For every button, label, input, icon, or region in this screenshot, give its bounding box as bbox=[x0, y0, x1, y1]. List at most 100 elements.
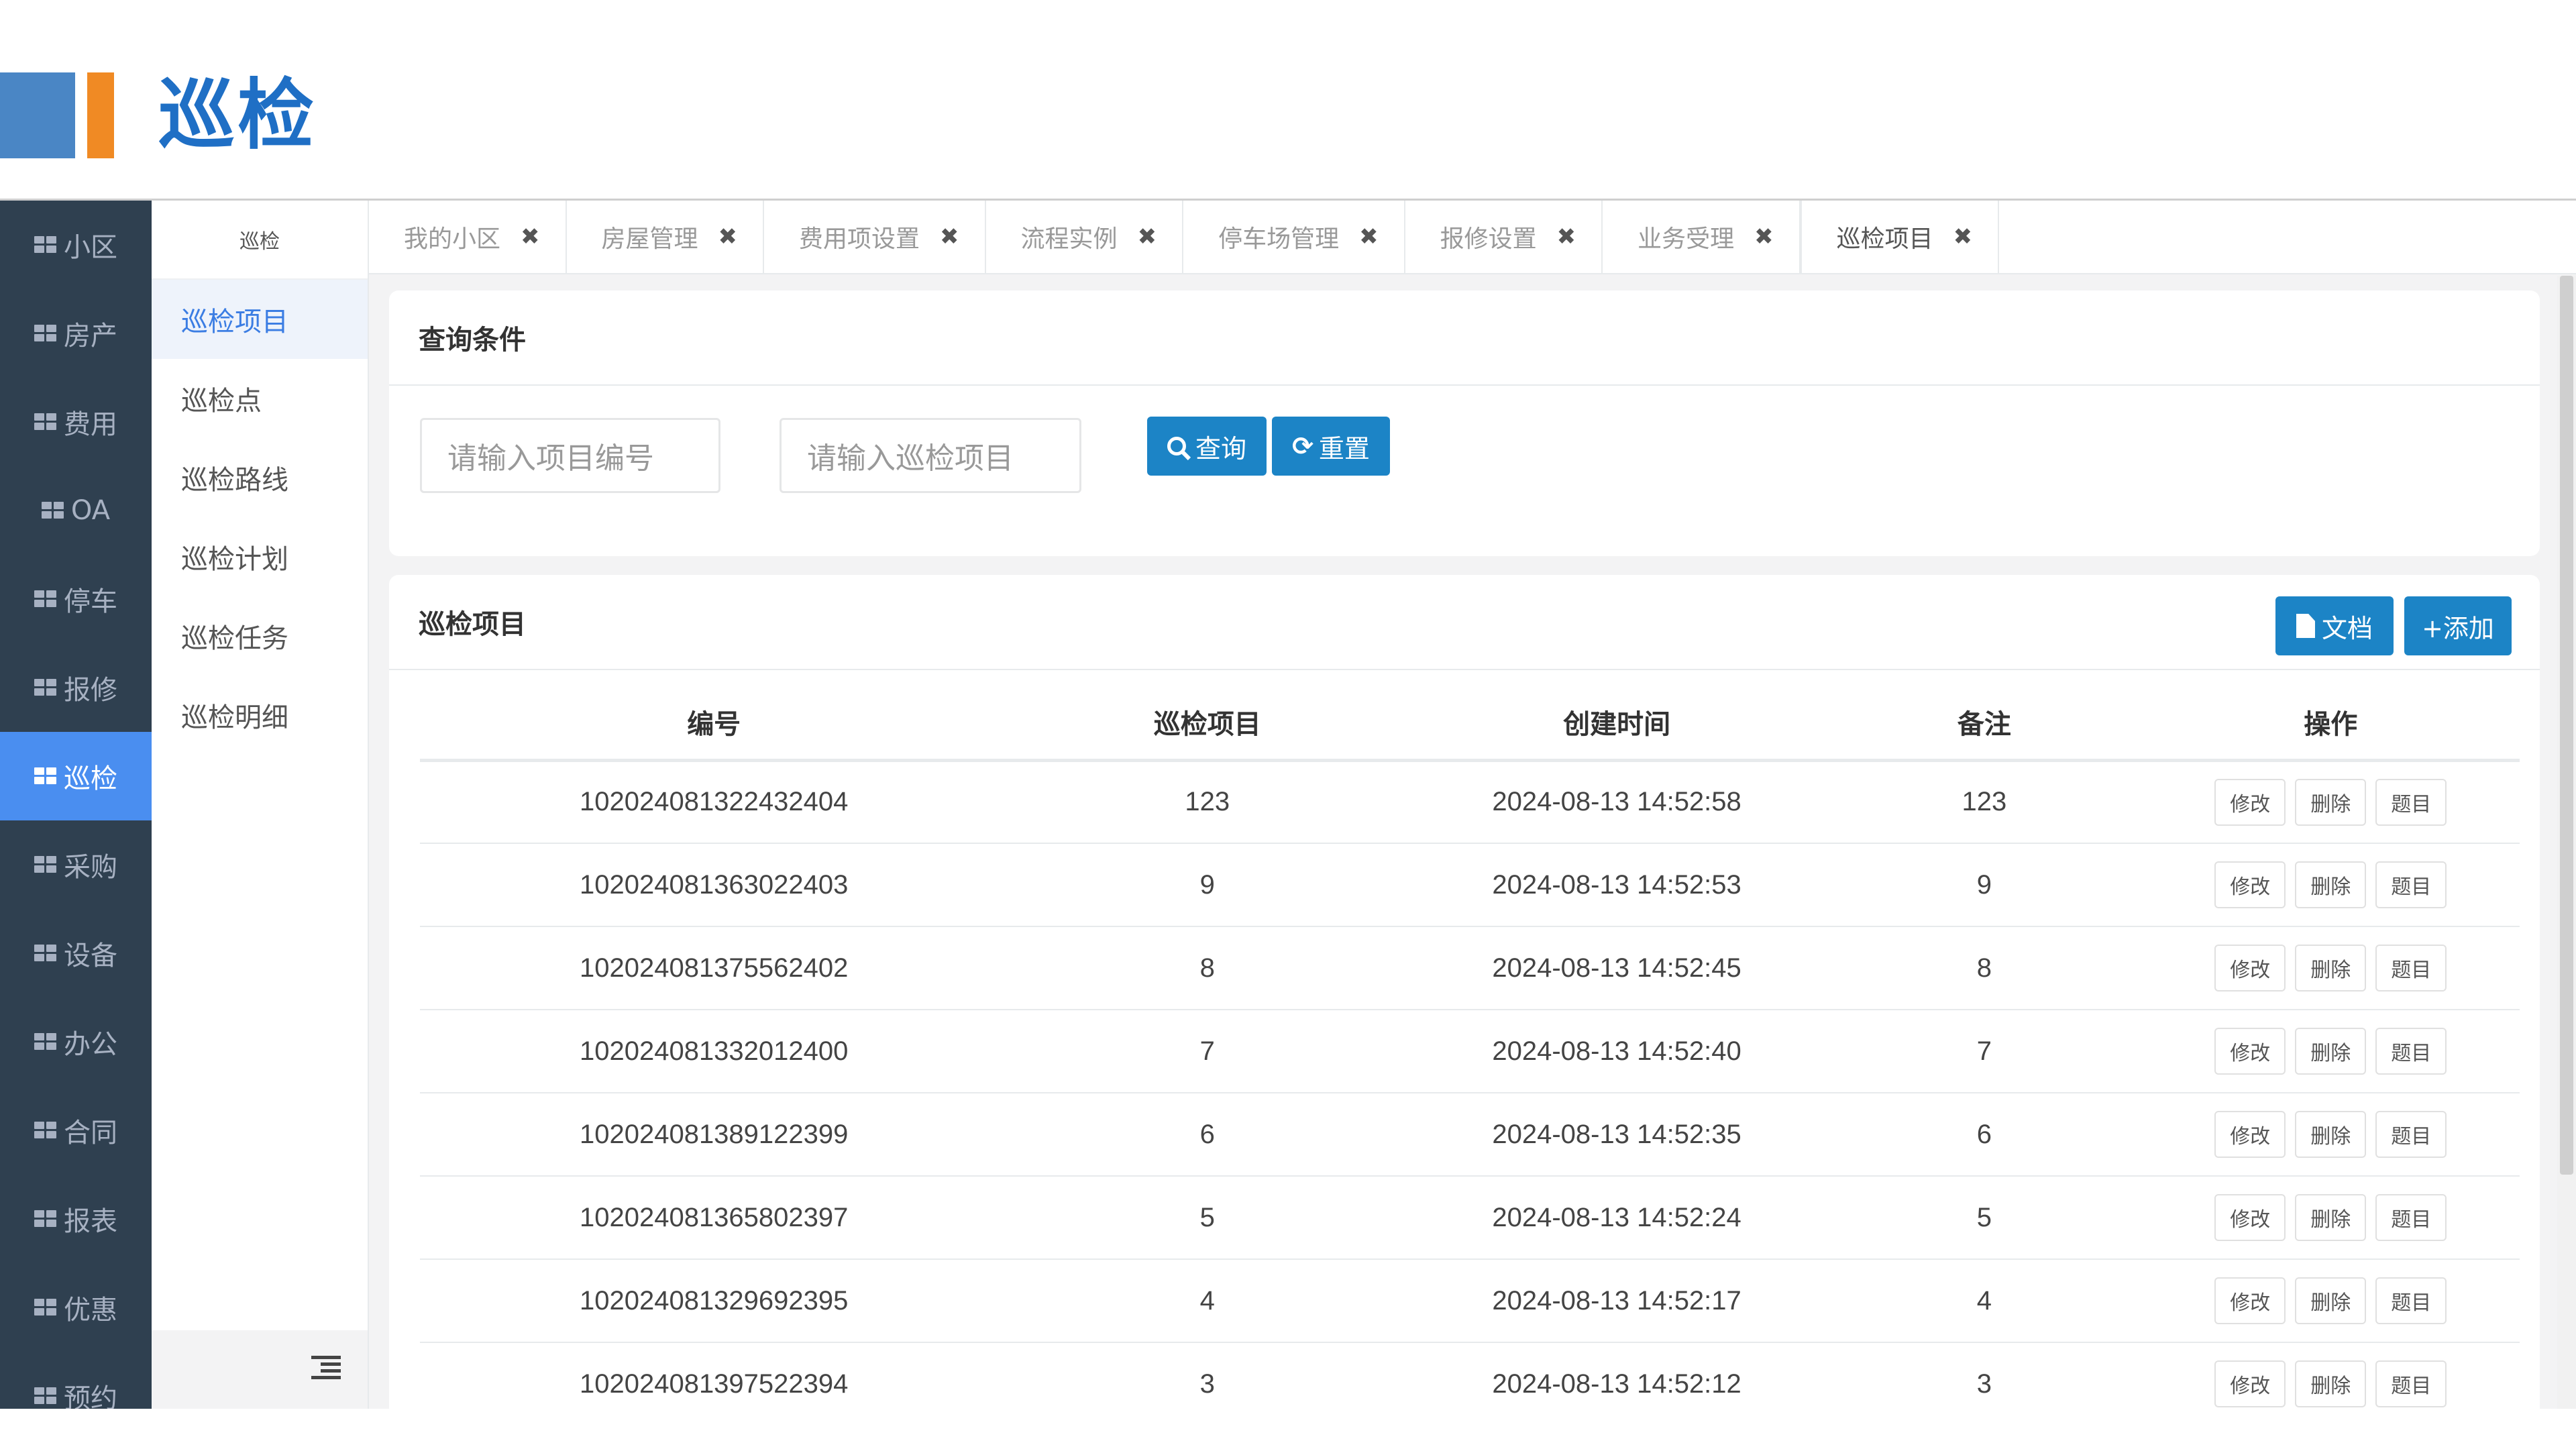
delete-button[interactable]: 删除 bbox=[2295, 945, 2367, 991]
close-icon[interactable]: ✖ bbox=[521, 223, 540, 250]
nav-item-1[interactable]: 房产 bbox=[0, 289, 152, 378]
table-cell: 102024081322432404 bbox=[420, 760, 1008, 844]
grid-icon bbox=[34, 1210, 57, 1228]
edit-button[interactable]: 修改 bbox=[2214, 861, 2286, 908]
tab-7[interactable]: 巡检项目 ✖ bbox=[1800, 201, 2000, 273]
close-icon[interactable]: ✖ bbox=[1557, 223, 1576, 250]
add-button[interactable]: +添加 bbox=[2404, 596, 2512, 655]
grid-icon bbox=[34, 1033, 57, 1051]
nav-item-9[interactable]: 办公 bbox=[0, 998, 152, 1086]
tab-6[interactable]: 业务受理 ✖ bbox=[1603, 201, 1801, 273]
submenu-item-2[interactable]: 巡检路线 bbox=[152, 438, 368, 517]
nav-item-6[interactable]: 巡检 bbox=[0, 732, 152, 820]
table-cell: 9 bbox=[1008, 843, 1407, 927]
submenu-item-4[interactable]: 巡检任务 bbox=[152, 596, 368, 676]
close-icon[interactable]: ✖ bbox=[718, 223, 738, 250]
tab-label: 流程实例 bbox=[1020, 225, 1118, 253]
questions-button[interactable]: 题目 bbox=[2375, 1194, 2447, 1241]
edit-button[interactable]: 修改 bbox=[2214, 1111, 2286, 1158]
nav-item-3[interactable]: OA bbox=[0, 466, 152, 555]
tab-5[interactable]: 报修设置 ✖ bbox=[1405, 201, 1603, 273]
delete-button[interactable]: 删除 bbox=[2295, 1277, 2367, 1324]
nav-item-13[interactable]: 预约 bbox=[0, 1352, 152, 1409]
nav-item-7[interactable]: 采购 bbox=[0, 820, 152, 909]
collapse-menu-icon[interactable] bbox=[311, 1356, 341, 1379]
edit-button[interactable]: 修改 bbox=[2214, 1360, 2286, 1407]
close-icon[interactable]: ✖ bbox=[1138, 223, 1157, 250]
edit-button[interactable]: 修改 bbox=[2214, 1028, 2286, 1075]
submenu-item-5[interactable]: 巡检明细 bbox=[152, 676, 368, 755]
questions-button[interactable]: 题目 bbox=[2375, 778, 2447, 826]
submenu-item-3[interactable]: 巡检计划 bbox=[152, 517, 368, 596]
page-scrollbar[interactable] bbox=[2557, 276, 2576, 1409]
questions-button[interactable]: 题目 bbox=[2375, 1277, 2447, 1324]
questions-button[interactable]: 题目 bbox=[2375, 861, 2447, 908]
nav-item-0[interactable]: 小区 bbox=[0, 201, 152, 289]
edit-button[interactable]: 修改 bbox=[2214, 1194, 2286, 1241]
scrollbar-thumb[interactable] bbox=[2560, 276, 2573, 1175]
row-action-group: 修改 删除 题目 bbox=[2142, 778, 2520, 826]
nav-item-4[interactable]: 停车 bbox=[0, 555, 152, 643]
reset-button[interactable]: ⟳ 重置 bbox=[1272, 417, 1390, 476]
edit-button[interactable]: 修改 bbox=[2214, 778, 2286, 826]
table-cell: 102024081375562402 bbox=[420, 926, 1008, 1010]
delete-button[interactable]: 删除 bbox=[2295, 861, 2367, 908]
questions-button[interactable]: 题目 bbox=[2375, 1360, 2447, 1407]
row-actions: 修改 删除 题目 bbox=[2141, 1176, 2520, 1260]
tab-0[interactable]: 我的小区 ✖ bbox=[369, 201, 567, 273]
slide-header: 巡检 bbox=[0, 0, 2576, 199]
table-cell: 2024-08-13 14:52:24 bbox=[1407, 1176, 1827, 1260]
grid-icon bbox=[34, 413, 57, 431]
table-cell: 102024081332012400 bbox=[420, 1010, 1008, 1093]
questions-button[interactable]: 题目 bbox=[2375, 1028, 2447, 1075]
search-button[interactable]: 查询 bbox=[1147, 417, 1267, 476]
nav-item-label: 采购 bbox=[64, 852, 117, 883]
close-icon[interactable]: ✖ bbox=[940, 223, 959, 250]
doc-button[interactable]: 文档 bbox=[2275, 596, 2394, 655]
table-cell: 7 bbox=[1008, 1010, 1407, 1093]
grid-icon bbox=[34, 945, 57, 962]
nav-item-11[interactable]: 报表 bbox=[0, 1175, 152, 1263]
inspection-item-input[interactable]: 请输入巡检项目 bbox=[780, 418, 1081, 493]
column-header: 备注 bbox=[1827, 685, 2142, 762]
delete-button[interactable]: 删除 bbox=[2295, 778, 2367, 826]
close-icon[interactable]: ✖ bbox=[1359, 223, 1379, 250]
row-actions: 修改 删除 题目 bbox=[2141, 1342, 2520, 1409]
table-cell: 9 bbox=[1827, 843, 2142, 927]
delete-button[interactable]: 删除 bbox=[2295, 1360, 2367, 1407]
delete-button[interactable]: 删除 bbox=[2295, 1194, 2367, 1241]
content-area: 查询条件 请输入项目编号 请输入巡检项目 查询 ⟳ 重置 巡检项目 文档 +添加… bbox=[369, 276, 2557, 1409]
submenu: 巡检 巡检项目 巡检点 巡检路线 巡检计划 巡检任务 巡检明细 bbox=[152, 201, 369, 1409]
submenu-item-1[interactable]: 巡检点 bbox=[152, 359, 368, 438]
delete-button[interactable]: 删除 bbox=[2295, 1028, 2367, 1075]
app-window: 小区 房产 费用 OA 停车 报修 巡检 采购 设备 办公 合同 报表 优惠 预约 巡检 巡检项目 巡检点巡… bbox=[0, 199, 2576, 1409]
tab-3[interactable]: 流程实例 ✖ bbox=[986, 201, 1184, 273]
nav-item-12[interactable]: 优惠 bbox=[0, 1263, 152, 1352]
reset-button-label: 重置 bbox=[1318, 433, 1370, 464]
nav-item-label: 报修 bbox=[64, 675, 117, 706]
tab-4[interactable]: 停车场管理 ✖ bbox=[1183, 201, 1405, 273]
edit-button[interactable]: 修改 bbox=[2214, 945, 2286, 991]
tab-2[interactable]: 费用项设置 ✖ bbox=[764, 201, 986, 273]
questions-button[interactable]: 题目 bbox=[2375, 1111, 2447, 1158]
edit-button[interactable]: 修改 bbox=[2214, 1277, 2286, 1324]
close-icon[interactable]: ✖ bbox=[1754, 223, 1774, 250]
submenu-item-0[interactable]: 巡检项目 bbox=[152, 280, 368, 359]
questions-button[interactable]: 题目 bbox=[2375, 945, 2447, 991]
table-row: 102024081332012400 7 2024-08-13 14:52:40 7 修… bbox=[420, 1010, 2520, 1093]
nav-item-5[interactable]: 报修 bbox=[0, 643, 152, 732]
tab-1[interactable]: 房屋管理 ✖ bbox=[567, 201, 765, 273]
submenu-title: 巡检 bbox=[152, 201, 368, 280]
nav-item-10[interactable]: 合同 bbox=[0, 1086, 152, 1175]
close-icon[interactable]: ✖ bbox=[1953, 223, 1973, 250]
nav-item-label: 费用 bbox=[64, 409, 117, 440]
delete-button[interactable]: 删除 bbox=[2295, 1111, 2367, 1158]
table-header-row: 编号 巡检项目 创建时间 备注 操作 bbox=[420, 685, 2520, 762]
table-row: 102024081365802397 5 2024-08-13 14:52:24 5 修… bbox=[420, 1176, 2520, 1260]
project-code-input[interactable]: 请输入项目编号 bbox=[420, 418, 720, 493]
table-cell: 2024-08-13 14:52:12 bbox=[1407, 1342, 1827, 1409]
column-header: 编号 bbox=[420, 685, 1008, 762]
table-row: 102024081329692395 4 2024-08-13 14:52:17 4 修… bbox=[420, 1259, 2520, 1343]
nav-item-2[interactable]: 费用 bbox=[0, 378, 152, 466]
nav-item-8[interactable]: 设备 bbox=[0, 909, 152, 998]
